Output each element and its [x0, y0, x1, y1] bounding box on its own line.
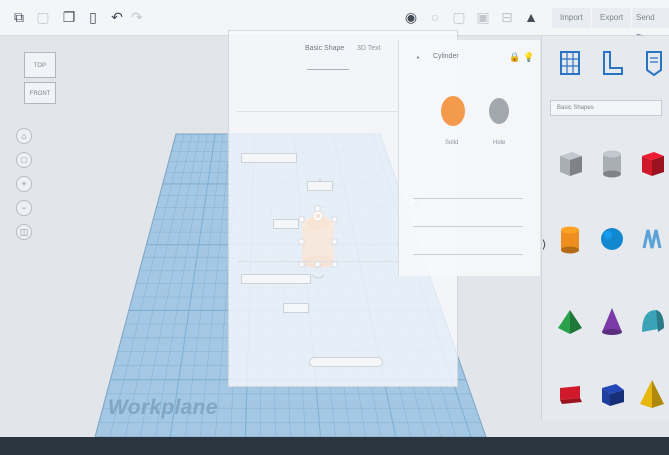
camera-icon[interactable]: ◉	[404, 9, 418, 25]
zoom-in-icon[interactable]: +	[16, 176, 32, 192]
hole-label: Hole	[493, 140, 506, 146]
panel-collapse-arrow[interactable]: ⟩	[542, 238, 546, 251]
inspector-slider[interactable]	[413, 254, 523, 255]
settings-field[interactable]	[283, 303, 309, 313]
active-tab-indicator	[307, 69, 349, 70]
import-button[interactable]: Import	[552, 8, 591, 28]
view-cube[interactable]: TOP FRONT	[24, 52, 56, 112]
notes-icon[interactable]	[642, 48, 666, 78]
settings-button[interactable]	[309, 357, 383, 367]
wedge-icon[interactable]	[598, 376, 626, 410]
text-icon[interactable]	[556, 376, 584, 410]
paste-icon[interactable]: ▢	[36, 9, 50, 25]
light-bulb-icon[interactable]: 💡	[523, 52, 534, 63]
copy-icon[interactable]: ⧉	[12, 9, 26, 25]
round-roof-icon[interactable]	[638, 304, 666, 338]
mirror-icon[interactable]: ▲	[524, 9, 538, 25]
box-hole-icon[interactable]	[556, 146, 584, 180]
inspector-title: Cylinder	[433, 53, 459, 60]
shape-category-dropdown[interactable]: Basic Shapes	[550, 100, 662, 116]
ungroup-icon[interactable]: ▣	[476, 9, 490, 25]
delete-icon[interactable]: ▯	[86, 9, 100, 25]
view-cube-front[interactable]: FRONT	[24, 82, 56, 104]
workplane-label: Workplane	[108, 396, 218, 419]
ortho-view-icon[interactable]: ◫	[16, 224, 32, 240]
cone-icon[interactable]	[598, 304, 626, 338]
shape-inspector: ▸ Cylinder 🔒 💡 Solid Hole	[398, 40, 540, 276]
box-icon[interactable]	[638, 146, 666, 180]
settings-field[interactable]	[273, 219, 299, 229]
bottom-bar	[0, 437, 669, 455]
view-cube-top[interactable]: TOP	[24, 52, 56, 78]
export-button[interactable]: Export	[592, 8, 632, 28]
collapse-arrow-icon[interactable]: ▸	[417, 54, 420, 61]
hole-swatch[interactable]	[489, 98, 509, 124]
inspector-slider[interactable]	[413, 226, 523, 227]
solid-label: Solid	[445, 140, 459, 146]
undo-icon[interactable]: ↶	[110, 9, 124, 25]
send-to-button[interactable]: Send To	[632, 8, 669, 42]
pyramid-icon[interactable]	[638, 376, 666, 410]
duplicate-icon[interactable]: ❐	[62, 9, 76, 25]
settings-field[interactable]	[241, 274, 311, 284]
ruler-icon[interactable]	[600, 48, 624, 78]
light-bulb-icon[interactable]: ○	[428, 9, 442, 25]
settings-field[interactable]	[241, 153, 297, 163]
shapes-library: Basic Shapes ⟩	[541, 36, 669, 420]
tab-basic-shape[interactable]: Basic Shape	[305, 45, 344, 52]
roof-icon[interactable]	[556, 304, 584, 338]
settings-field[interactable]	[307, 181, 333, 191]
cylinder-icon[interactable]	[556, 222, 584, 256]
zoom-out-icon[interactable]: −	[16, 200, 32, 216]
group-icon[interactable]: ▢	[452, 9, 466, 25]
solid-color-swatch[interactable]	[441, 96, 465, 126]
home-view-icon[interactable]: ⌂	[16, 128, 32, 144]
align-icon[interactable]: ⊟	[500, 9, 514, 25]
redo-icon[interactable]: ↷	[130, 9, 144, 25]
view-controls: ⌂ □ + − ◫	[16, 128, 34, 248]
grid-icon[interactable]	[558, 48, 582, 78]
fit-view-icon[interactable]: □	[16, 152, 32, 168]
cylinder-hole-icon[interactable]	[598, 146, 626, 180]
tab-3d-text[interactable]: 3D Text	[357, 45, 381, 52]
lock-icon[interactable]: 🔒	[509, 52, 520, 63]
scribble-icon[interactable]	[638, 222, 666, 256]
sphere-icon[interactable]	[598, 222, 626, 256]
inspector-slider[interactable]	[413, 198, 523, 199]
